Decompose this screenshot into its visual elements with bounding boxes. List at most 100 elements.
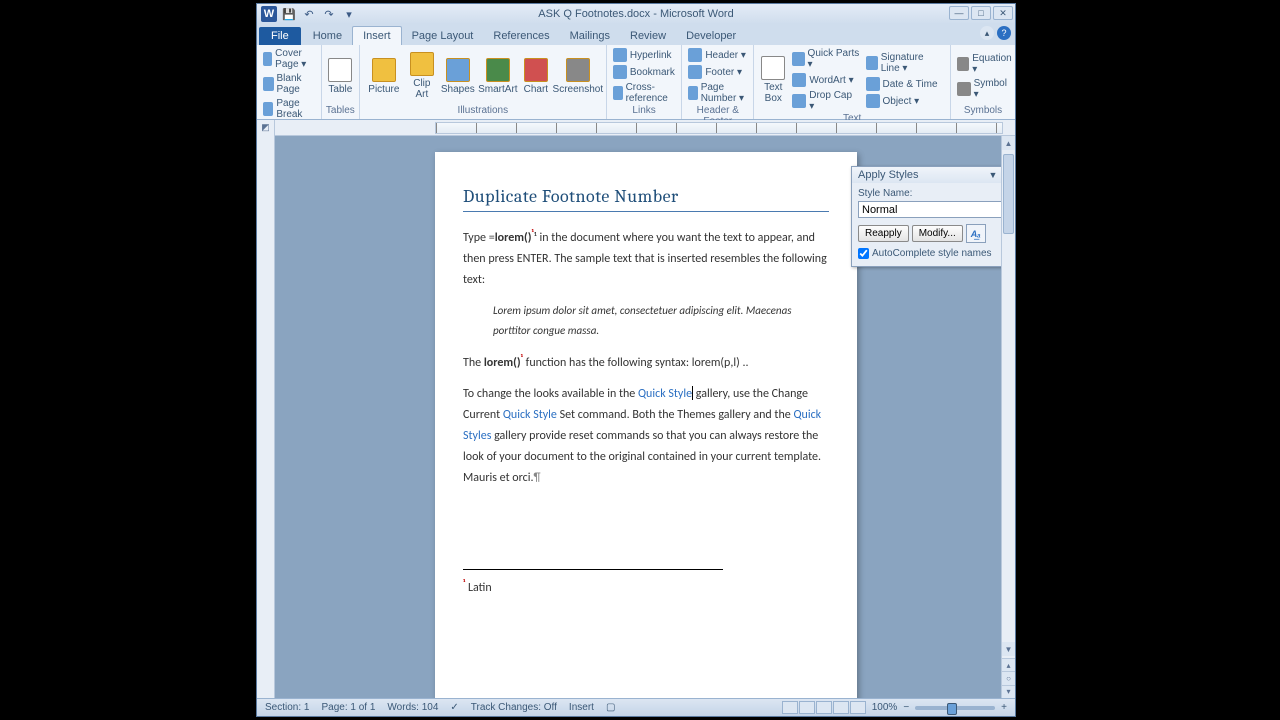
pilcrow-icon: ¶ [534, 471, 541, 485]
maximize-button[interactable]: □ [971, 6, 991, 20]
status-proof-icon[interactable]: ✓ [450, 702, 458, 713]
status-track[interactable]: Track Changes: Off [471, 702, 557, 713]
object-button[interactable]: Object ▾ [864, 93, 947, 109]
pane-dropdown-icon[interactable]: ▼ [989, 170, 998, 180]
word-icon: W [261, 6, 277, 22]
full-screen-view-icon[interactable] [799, 701, 815, 714]
status-page[interactable]: Page: 1 of 1 [321, 702, 375, 713]
status-insert[interactable]: Insert [569, 702, 594, 713]
tab-page-layout[interactable]: Page Layout [402, 27, 484, 45]
outline-view-icon[interactable] [833, 701, 849, 714]
close-button[interactable]: ✕ [993, 6, 1013, 20]
picture-button[interactable]: Picture [364, 58, 404, 95]
file-tab[interactable]: File [259, 27, 301, 45]
clip-art-button[interactable]: Clip Art [406, 52, 438, 100]
save-icon[interactable]: 💾 [281, 6, 297, 22]
minimize-ribbon-icon[interactable]: ▴ [980, 26, 994, 40]
app-window: W 💾 ↶ ↷ ▾ ASK Q Footnotes.docx - Microso… [256, 3, 1016, 717]
scroll-up-icon[interactable]: ▲ [1002, 136, 1015, 150]
style-name-input[interactable] [858, 201, 1008, 218]
zoom-in-icon[interactable]: + [1001, 702, 1007, 713]
signature-line-button[interactable]: Signature Line ▾ [864, 51, 947, 75]
undo-icon[interactable]: ↶ [301, 6, 317, 22]
prev-page-icon[interactable]: ▴ [1002, 658, 1015, 671]
status-macro-icon[interactable]: ▢ [606, 702, 615, 713]
paragraph: Type =lorem()¹¹ in the document where yo… [463, 226, 829, 291]
minimize-button[interactable]: — [949, 6, 969, 20]
equation-button[interactable]: Equation ▾ [955, 52, 1015, 76]
vertical-ruler[interactable] [257, 136, 275, 698]
ruler-corner[interactable]: ◩ [257, 120, 275, 136]
paragraph: To change the looks available in the Qui… [463, 384, 829, 489]
screenshot-button[interactable]: Screenshot [554, 58, 602, 95]
tab-home[interactable]: Home [303, 27, 352, 45]
qat-customize-icon[interactable]: ▾ [341, 6, 357, 22]
zoom-slider[interactable] [915, 706, 995, 710]
shapes-button[interactable]: Shapes [440, 58, 476, 95]
tab-review[interactable]: Review [620, 27, 676, 45]
heading: Duplicate Footnote Number [463, 186, 829, 212]
reapply-button[interactable]: Reapply [858, 225, 909, 242]
document-area: Duplicate Footnote Number Type =lorem()¹… [257, 136, 1015, 698]
page-number-button[interactable]: Page Number ▾ [686, 81, 749, 105]
cover-page-button[interactable]: Cover Page ▾ [261, 47, 317, 71]
scroll-thumb[interactable] [1003, 154, 1014, 234]
pane-titlebar[interactable]: Apply Styles ▼✕ [852, 167, 1014, 183]
group-symbols: Equation ▾ Symbol ▾ Symbols [951, 45, 1015, 119]
paragraph: The lorem()¹ function has the following … [463, 351, 829, 374]
window-title: ASK Q Footnotes.docx - Microsoft Word [538, 8, 733, 20]
group-illustrations: Picture Clip Art Shapes SmartArt Chart S… [360, 45, 607, 119]
status-section[interactable]: Section: 1 [265, 702, 309, 713]
autocomplete-check-input[interactable] [858, 248, 869, 259]
cross-reference-button[interactable]: Cross-reference [611, 81, 677, 105]
help-icon[interactable]: ? [997, 26, 1011, 40]
chart-button[interactable]: Chart [520, 58, 552, 95]
header-button[interactable]: Header ▾ [686, 47, 749, 63]
style-name-label: Style Name: [858, 188, 1008, 199]
next-page-icon[interactable]: ▾ [1002, 685, 1015, 698]
bookmark-button[interactable]: Bookmark [611, 64, 677, 80]
web-layout-view-icon[interactable] [816, 701, 832, 714]
page-break-button[interactable]: Page Break [261, 97, 317, 121]
group-tables: Table Tables [322, 45, 360, 119]
help-icons: ▴ ? [980, 26, 1011, 40]
ribbon-body: Cover Page ▾ Blank Page Page Break Pages… [257, 45, 1015, 120]
autocomplete-checkbox[interactable]: AutoComplete style names [858, 248, 1008, 259]
style-name-combo[interactable]: ▼ [858, 201, 1008, 218]
quick-parts-button[interactable]: Quick Parts ▾ [790, 47, 861, 71]
modify-button[interactable]: Modify... [912, 225, 963, 242]
quick-style-link[interactable]: Quick Style [503, 408, 557, 422]
page[interactable]: Duplicate Footnote Number Type =lorem()¹… [435, 152, 857, 698]
table-button[interactable]: Table [326, 58, 355, 95]
zoom-level[interactable]: 100% [872, 702, 898, 713]
wordart-button[interactable]: WordArt ▾ [790, 72, 861, 88]
styles-dialog-icon[interactable]: A͟ₐ [966, 224, 986, 243]
text-box-button[interactable]: Text Box [758, 56, 788, 104]
scroll-down-icon[interactable]: ▼ [1002, 642, 1015, 656]
footer-button[interactable]: Footer ▾ [686, 64, 749, 80]
pane-title: Apply Styles [858, 169, 919, 181]
text-cursor [692, 386, 693, 400]
horizontal-ruler[interactable] [435, 122, 1003, 134]
tab-references[interactable]: References [483, 27, 559, 45]
quick-style-link[interactable]: Quick Style [638, 387, 692, 401]
drop-cap-button[interactable]: Drop Cap ▾ [790, 89, 861, 113]
vertical-scrollbar[interactable]: ▲ ▼ ▴ ○ ▾ [1001, 136, 1015, 698]
zoom-out-icon[interactable]: − [903, 702, 909, 713]
tab-developer[interactable]: Developer [676, 27, 746, 45]
redo-icon[interactable]: ↷ [321, 6, 337, 22]
print-layout-view-icon[interactable] [782, 701, 798, 714]
blank-page-button[interactable]: Blank Page [261, 72, 317, 96]
group-label: Illustrations [364, 105, 602, 117]
canvas: Duplicate Footnote Number Type =lorem()¹… [275, 136, 1015, 698]
tab-mailings[interactable]: Mailings [560, 27, 620, 45]
status-words[interactable]: Words: 104 [387, 702, 438, 713]
group-label: Tables [326, 105, 355, 117]
date-time-button[interactable]: Date & Time [864, 76, 947, 92]
draft-view-icon[interactable] [850, 701, 866, 714]
tab-insert[interactable]: Insert [352, 26, 402, 45]
symbol-button[interactable]: Symbol ▾ [955, 77, 1015, 101]
hyperlink-button[interactable]: Hyperlink [611, 47, 677, 63]
smartart-button[interactable]: SmartArt [478, 58, 518, 95]
browse-object-icon[interactable]: ○ [1002, 671, 1015, 684]
